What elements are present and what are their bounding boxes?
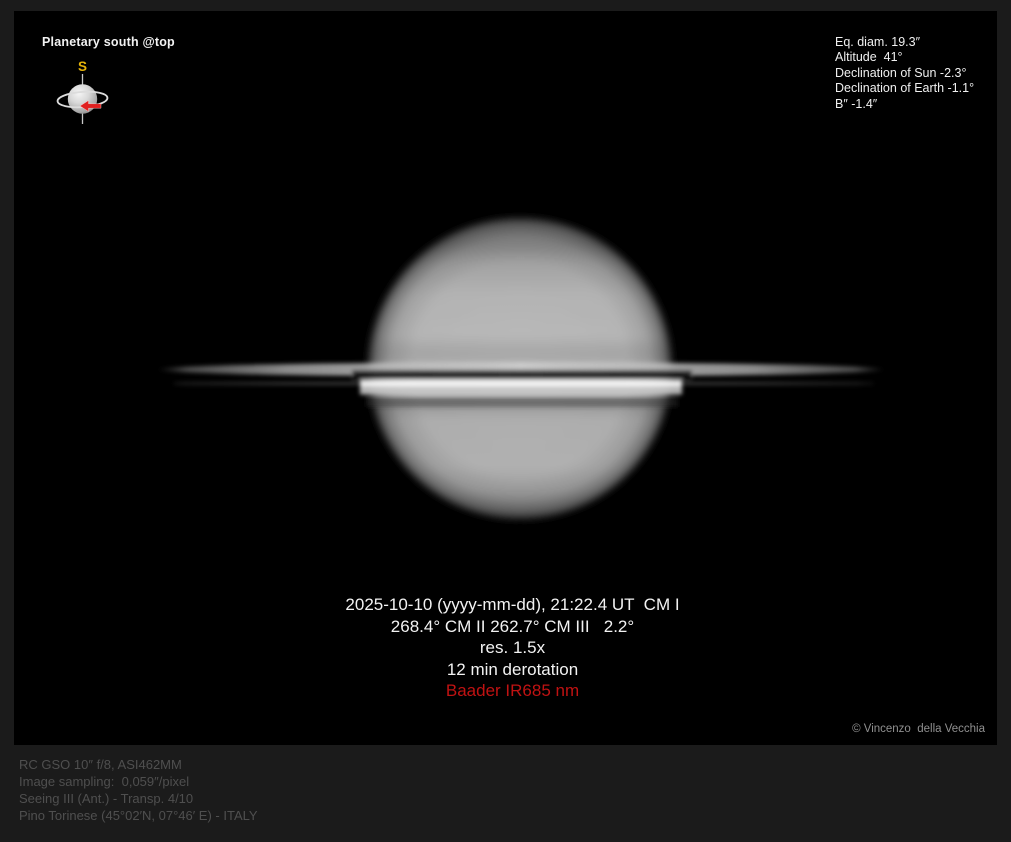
saturn-rings (157, 362, 885, 407)
saturn-image-panel: Planetary south @top S Eq. diam. 19.3″ A… (14, 11, 997, 745)
copyright-credit: © Vincenzo della Vecchia (852, 723, 985, 735)
caption-date-line: 2025-10-10 (yyyy-mm-dd), 21:22.4 UT CM I (345, 595, 680, 614)
caption-block: 2025-10-10 (yyyy-mm-dd), 21:22.4 UT CM I… (21, 594, 1004, 702)
location-line: Pino Torinese (45°02′N, 07°46′ E) - ITAL… (19, 808, 258, 823)
sampling-line: Image sampling: 0,059″/pixel (19, 774, 190, 789)
caption-cm-line: 268.4° CM II 262.7° CM III 2.2° (390, 616, 635, 636)
telescope-camera-line: RC GSO 10″ f/8, ASI462MM (19, 757, 182, 772)
caption-derotation-line: 12 min derotation (446, 659, 579, 679)
filter-label: Baader IR685 nm (445, 681, 580, 701)
caption-resolution-line: res. 1.5x (479, 638, 546, 658)
equipment-info-block: RC GSO 10″ f/8, ASI462MM Image sampling:… (19, 756, 258, 824)
footer-bar: RC GSO 10″ f/8, ASI462MM Image sampling:… (0, 745, 1011, 842)
seeing-line: Seeing III (Ant.) - Transp. 4/10 (19, 791, 194, 806)
